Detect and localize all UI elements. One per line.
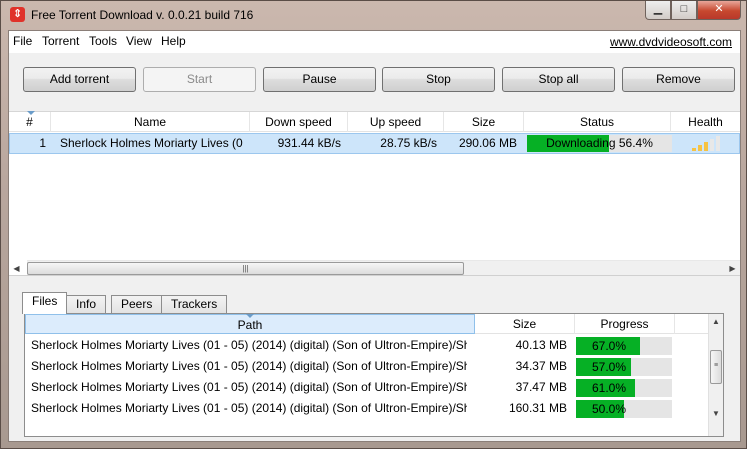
- details-panel: Files Info Peers Trackers Path Size Prog…: [9, 281, 740, 441]
- remove-button[interactable]: Remove: [622, 67, 735, 92]
- file-row[interactable]: Sherlock Holmes Moriarty Lives (01 - 05)…: [25, 335, 708, 356]
- sort-indicator-icon: [27, 111, 35, 115]
- scroll-down-arrow-icon[interactable]: ▼: [709, 406, 723, 421]
- health-bar: [716, 136, 720, 151]
- torrent-list-hscrollbar[interactable]: ◀ ||| ▶: [13, 260, 740, 275]
- app-logo-icon: ⇕: [10, 7, 25, 22]
- window-title: Free Torrent Download v. 0.0.21 build 71…: [31, 8, 254, 22]
- health-bar: [698, 145, 702, 151]
- website-link[interactable]: www.dvdvideosoft.com: [610, 35, 732, 49]
- health-bar: [710, 139, 714, 151]
- column-down-speed[interactable]: Down speed: [250, 112, 348, 132]
- torrent-down-speed: 931.44 kB/s: [277, 136, 341, 150]
- file-path: Sherlock Holmes Moriarty Lives (01 - 05)…: [31, 338, 467, 352]
- torrent-list-header: # Name Down speed Up speed Size Status H…: [9, 111, 740, 132]
- add-torrent-button[interactable]: Add torrent: [23, 67, 136, 92]
- file-progress-text: 57.0%: [591, 360, 627, 374]
- toolbar: Add torrent Start Pause Stop Stop all Re…: [9, 53, 740, 111]
- torrent-list: # Name Down speed Up speed Size Status H…: [9, 111, 740, 275]
- file-progress-text: 61.0%: [591, 381, 627, 395]
- file-row[interactable]: Sherlock Holmes Moriarty Lives (01 - 05)…: [25, 398, 708, 419]
- column-path[interactable]: Path: [25, 314, 475, 334]
- file-progress: 57.0%: [576, 358, 672, 376]
- hscroll-thumb[interactable]: |||: [27, 262, 464, 275]
- column-status[interactable]: Status: [524, 112, 671, 132]
- window-controls: ▁ □ ✕: [645, 1, 741, 21]
- files-header: Path Size Progress: [25, 314, 708, 334]
- scroll-left-arrow-icon[interactable]: ◀: [9, 262, 24, 275]
- file-progress: 50.0%: [576, 400, 672, 418]
- column-size[interactable]: Size: [444, 112, 524, 132]
- menu-view[interactable]: View: [126, 34, 152, 48]
- torrent-up-speed: 28.75 kB/s: [380, 136, 437, 150]
- pause-button[interactable]: Pause: [263, 67, 376, 92]
- tab-trackers[interactable]: Trackers: [161, 295, 228, 313]
- file-path: Sherlock Holmes Moriarty Lives (01 - 05)…: [31, 401, 467, 415]
- file-path: Sherlock Holmes Moriarty Lives (01 - 05)…: [31, 380, 467, 394]
- column-file-size[interactable]: Size: [475, 314, 575, 334]
- torrent-row[interactable]: 1 Sherlock Holmes Moriarty Lives (01 - 0…: [9, 133, 740, 154]
- files-table: Path Size Progress Sherlock Holmes Moria…: [24, 313, 724, 437]
- file-size: 160.31 MB: [508, 401, 567, 415]
- column-index-label: #: [26, 115, 33, 129]
- tab-peers[interactable]: Peers: [111, 295, 163, 313]
- file-progress-text: 67.0%: [591, 339, 627, 353]
- file-size: 34.37 MB: [515, 359, 567, 373]
- menu-bar: File Torrent Tools View Help www.dvdvide…: [9, 31, 740, 53]
- health-bar: [704, 142, 708, 151]
- menu-help[interactable]: Help: [161, 34, 186, 48]
- scroll-right-arrow-icon[interactable]: ▶: [725, 262, 740, 275]
- sort-indicator-icon: [246, 314, 254, 318]
- menu-torrent[interactable]: Torrent: [42, 34, 79, 48]
- file-row[interactable]: Sherlock Holmes Moriarty Lives (01 - 05)…: [25, 377, 708, 398]
- tab-files[interactable]: Files: [22, 292, 68, 314]
- health-bar: [692, 148, 696, 151]
- title-bar[interactable]: ⇕ Free Torrent Download v. 0.0.21 build …: [1, 1, 746, 29]
- file-row[interactable]: Sherlock Holmes Moriarty Lives (01 - 05)…: [25, 356, 708, 377]
- file-path: Sherlock Holmes Moriarty Lives (01 - 05)…: [31, 359, 467, 373]
- column-progress[interactable]: Progress: [575, 314, 675, 334]
- torrent-name: Sherlock Holmes Moriarty Lives (01 - 05)…: [60, 136, 243, 150]
- maximize-button[interactable]: □: [671, 1, 697, 20]
- torrent-status-progress: Downloading 56.4%: [527, 135, 672, 152]
- column-index[interactable]: #: [9, 111, 51, 132]
- menu-file[interactable]: File: [13, 34, 32, 48]
- column-name[interactable]: Name: [51, 112, 250, 132]
- app-window: ⇕ Free Torrent Download v. 0.0.21 build …: [0, 0, 747, 449]
- files-vscrollbar[interactable]: ▲ ≡ ▼: [708, 314, 723, 436]
- stop-button[interactable]: Stop: [382, 67, 495, 92]
- vscroll-thumb[interactable]: ≡: [710, 350, 722, 384]
- close-button[interactable]: ✕: [697, 1, 741, 20]
- client-area: File Torrent Tools View Help www.dvdvide…: [8, 30, 741, 442]
- torrent-size: 290.06 MB: [458, 136, 517, 150]
- column-path-label: Path: [237, 318, 263, 332]
- start-button[interactable]: Start: [143, 67, 256, 92]
- torrent-status-text: Downloading 56.4%: [546, 136, 653, 150]
- menu-tools[interactable]: Tools: [89, 34, 117, 48]
- health-bars-icon: [692, 135, 726, 152]
- file-size: 37.47 MB: [515, 380, 567, 394]
- column-up-speed[interactable]: Up speed: [348, 112, 444, 132]
- file-progress: 61.0%: [576, 379, 672, 397]
- minimize-button[interactable]: ▁: [645, 1, 671, 20]
- torrent-index: 1: [39, 136, 46, 150]
- column-health[interactable]: Health: [671, 112, 740, 132]
- stop-all-button[interactable]: Stop all: [502, 67, 615, 92]
- scroll-up-arrow-icon[interactable]: ▲: [709, 314, 723, 329]
- file-size: 40.13 MB: [515, 338, 567, 352]
- file-progress: 67.0%: [576, 337, 672, 355]
- tab-info[interactable]: Info: [66, 295, 107, 313]
- file-progress-text: 50.0%: [591, 402, 627, 416]
